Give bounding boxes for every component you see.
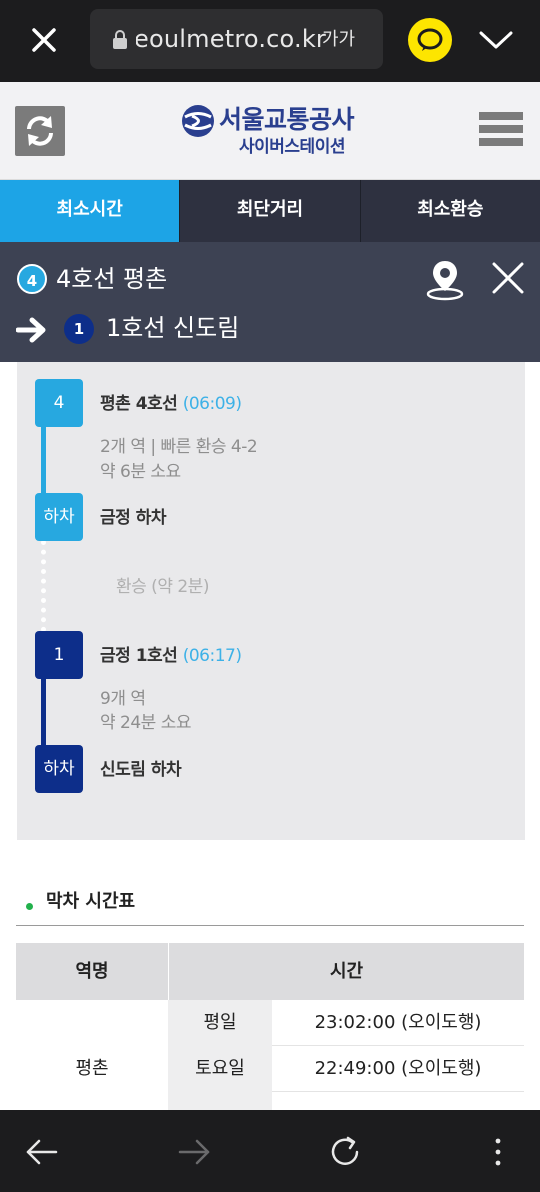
alight-step-label: 신도림 하차	[100, 760, 182, 780]
tab-min-time[interactable]: 최소시간	[0, 180, 181, 242]
board-time: (06:17)	[182, 646, 242, 666]
last-train-title: 막차 시간표	[46, 891, 136, 912]
transfer-walk-segment	[41, 540, 46, 632]
board-step-title: 평촌 4호선 (06:09)	[100, 392, 242, 416]
tab-shortest-distance[interactable]: 최단거리	[180, 180, 361, 242]
lock-icon	[113, 30, 127, 49]
origin-station: 4호선 평촌	[56, 265, 168, 293]
alight-step-label: 금정 하차	[100, 508, 166, 528]
segment-duration-info: 약 6분 소요	[100, 462, 181, 482]
route-option-tabs: 최소시간 최단거리 최소환승	[0, 180, 540, 242]
column-header-station: 역명	[16, 943, 168, 1000]
line-4-segment	[41, 426, 46, 494]
logo-title: 서울교통공사	[219, 105, 355, 134]
tab-min-transfer[interactable]: 최소환승	[361, 180, 540, 242]
line-4-badge: 4	[17, 264, 47, 294]
alight-line-4-box: 하차	[35, 493, 83, 541]
bullet-dot-icon	[26, 903, 33, 910]
forward-arrow-icon[interactable]	[174, 1134, 214, 1170]
board-station-name: 평촌 4호선	[100, 394, 178, 414]
refresh-button[interactable]	[15, 106, 65, 156]
back-arrow-icon[interactable]	[22, 1134, 62, 1170]
board-line-1-box: 1	[35, 631, 83, 679]
hamburger-menu-icon[interactable]	[479, 112, 523, 154]
reload-icon[interactable]	[326, 1134, 366, 1170]
address-bar[interactable]: seoulmetro.co.kr 가가	[90, 9, 383, 69]
section-divider	[16, 925, 524, 926]
segment-duration-info: 약 24분 소요	[100, 713, 192, 733]
browser-bottom-nav	[0, 1110, 540, 1192]
close-icon[interactable]	[490, 260, 526, 296]
time-cell: 22:49:00 (오이도행)	[272, 1046, 524, 1092]
more-options-icon[interactable]	[478, 1134, 518, 1170]
day-type-cell	[168, 1092, 272, 1110]
seoul-metro-logo-icon	[182, 105, 214, 137]
url-text: seoulmetro.co.kr	[136, 25, 326, 53]
logo-subtitle: 사이버스테이션	[239, 137, 345, 157]
segment-stops-info: 9개 역	[100, 689, 146, 709]
font-size-button[interactable]: 가가	[322, 27, 362, 53]
browser-toolbar: seoulmetro.co.kr 가가	[0, 0, 540, 82]
site-header: 서울교통공사 사이버스테이션	[0, 82, 540, 180]
segment-stops-info: 2개 역 | 빠른 환승 4-2	[100, 437, 258, 457]
board-station-name: 금정 1호선	[100, 646, 178, 666]
close-tab-icon[interactable]	[22, 18, 66, 62]
board-line-4-box: 4	[35, 379, 83, 427]
line-1-badge: 1	[64, 314, 94, 344]
map-pin-icon[interactable]	[424, 257, 466, 301]
line-1-segment	[41, 678, 46, 746]
time-cell: 23:02:00 (오이도행)	[272, 1000, 524, 1046]
board-time: (06:09)	[182, 394, 242, 414]
kakao-talk-icon[interactable]	[408, 18, 452, 62]
column-header-time: 시간	[169, 943, 524, 1000]
chevron-down-icon[interactable]	[476, 24, 516, 56]
arrow-right-icon	[16, 317, 46, 343]
route-summary: 4 4호선 평촌 1 1호선 신도림	[0, 242, 540, 362]
alight-line-1-box: 하차	[35, 745, 83, 793]
route-detail-panel	[17, 362, 525, 840]
board-step-title: 금정 1호선 (06:17)	[100, 644, 242, 668]
day-type-cell: 토요일	[168, 1046, 272, 1092]
seoul-metro-logo[interactable]: 서울교통공사 사이버스테이션	[181, 102, 371, 162]
day-type-cell: 평일	[168, 1000, 272, 1046]
destination-station: 1호선 신도림	[106, 314, 240, 342]
transfer-info: 환승 (약 2분)	[116, 577, 209, 597]
refresh-icon	[27, 116, 53, 146]
